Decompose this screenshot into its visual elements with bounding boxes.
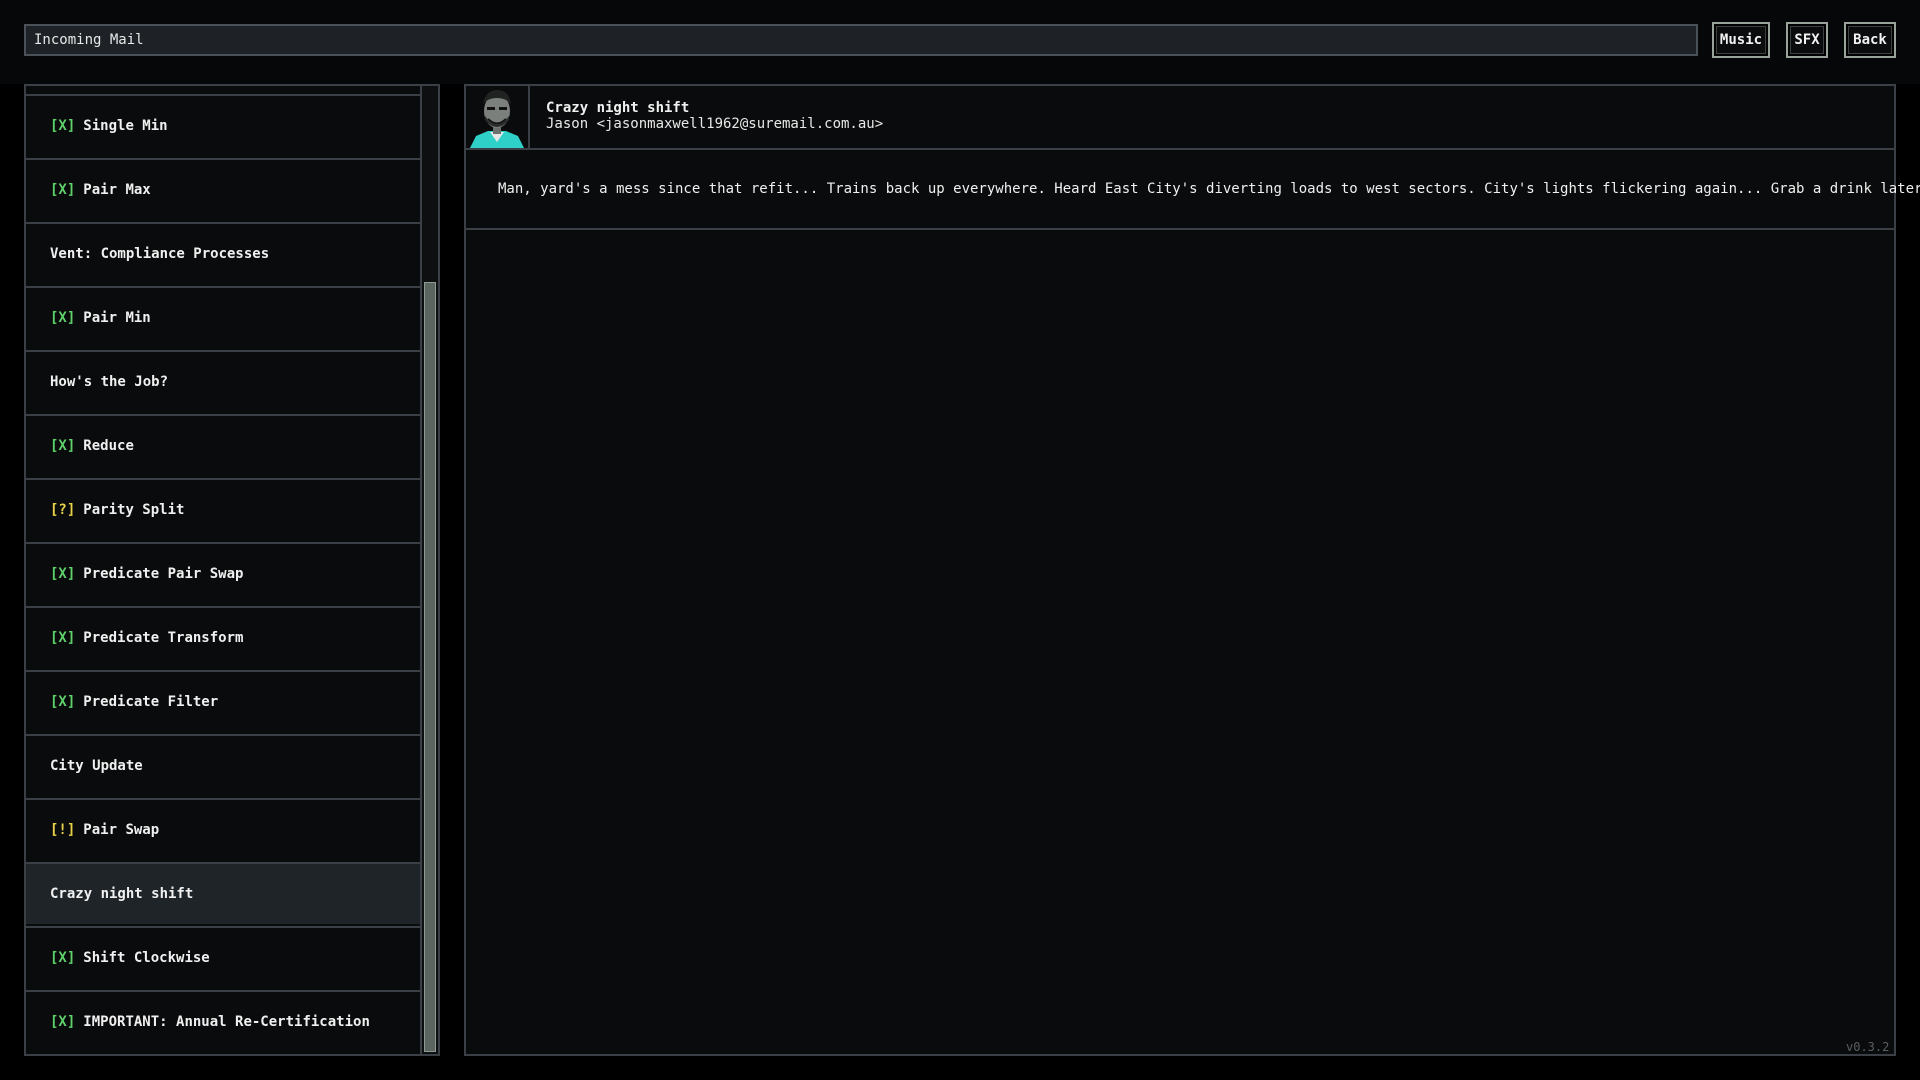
mail-list-item[interactable]: [X] Shift Clockwise (26, 926, 420, 988)
status-tag: [X] (50, 182, 76, 198)
status-tag: [X] (50, 630, 76, 646)
status-tag: [X] (50, 438, 76, 454)
mail-subject-label: Single Min (83, 118, 168, 134)
status-tag: [X] (50, 310, 76, 326)
status-tag: [X] (50, 694, 76, 710)
mail-list-item[interactable]: [?] Parity Split (26, 478, 420, 540)
mail-list-item[interactable]: [X] IMPORTANT: Annual Re-Certification (26, 990, 420, 1052)
person-avatar-icon (466, 86, 530, 148)
version-label: v0.3.2 (1846, 1040, 1890, 1054)
mail-list-item[interactable]: Crazy night shift (26, 862, 420, 924)
mail-subject-label: Shift Clockwise (83, 950, 210, 966)
mail-subject-label: How's the Job? (50, 374, 169, 390)
mail-list-item[interactable]: Vent: Compliance Processes (26, 222, 420, 284)
message-sender: Jason <jasonmaxwell1962@suremail.com.au> (546, 116, 884, 132)
mail-subject-label: Pair Max (83, 182, 151, 198)
mail-list-item[interactable]: [X] Pair Max (26, 158, 420, 220)
window-title: Incoming Mail (24, 24, 1698, 56)
status-tag: [X] (50, 566, 76, 582)
mail-subject-label: Predicate Pair Swap (83, 566, 244, 582)
mail-list-item[interactable]: [X] Pair Min (26, 286, 420, 348)
mail-list-item[interactable]: [X] Single Min (26, 94, 420, 156)
mail-list-item[interactable]: [!] Pair Swap (26, 798, 420, 860)
sfx-button[interactable]: SFX (1786, 22, 1828, 58)
mail-subject-label: IMPORTANT: Annual Re-Certification (83, 1014, 370, 1030)
status-tag: [X] (50, 1014, 76, 1030)
mail-subject-label: City Update (50, 758, 143, 774)
mail-list-item[interactable]: City Update (26, 734, 420, 796)
mail-list-panel: [X] Single Min [X] Pair Max Vent: Compliance… (24, 84, 440, 1056)
top-bar: Incoming Mail Music SFX Back (0, 0, 1920, 84)
message-body: Man, yard's a mess since that refit... T… (466, 150, 1920, 230)
mail-list-item[interactable]: [X] Predicate Transform (26, 606, 420, 668)
scrollbar-track[interactable] (422, 86, 438, 1054)
mail-subject-label: Parity Split (83, 502, 185, 518)
avatar-portrait (466, 86, 528, 148)
status-tag: [X] (50, 950, 76, 966)
status-tag: [X] (50, 118, 76, 134)
message-viewer: Crazy night shift Jason <jasonmaxwell196… (464, 84, 1920, 1056)
mail-subject-label: Pair Swap (83, 822, 160, 838)
mail-subject-label: Vent: Compliance Processes (50, 246, 270, 262)
mail-subject-label: Predicate Transform (83, 630, 244, 646)
message-subject: Crazy night shift (546, 100, 690, 116)
status-tag: [?] (50, 502, 76, 518)
mail-list-item[interactable]: [X] Reduce (26, 414, 420, 476)
status-tag: [!] (50, 822, 76, 838)
message-header: Crazy night shift Jason <jasonmaxwell196… (466, 86, 1894, 150)
mail-list-item[interactable]: [X] Predicate Pair Swap (26, 542, 420, 604)
mail-list-item[interactable]: How's the Job? (26, 350, 420, 412)
mail-subject-label: Reduce (83, 438, 134, 454)
mail-subject-label: Crazy night shift (50, 886, 194, 902)
mail-list: [X] Single Min [X] Pair Max Vent: Compliance… (26, 86, 422, 1054)
mail-subject-label: Pair Min (83, 310, 151, 326)
back-button[interactable]: Back (1844, 22, 1896, 58)
mail-list-item[interactable]: [X] Predicate Filter (26, 670, 420, 732)
mail-subject-label: Predicate Filter (83, 694, 219, 710)
music-button[interactable]: Music (1712, 22, 1770, 58)
scrollbar-thumb[interactable] (424, 282, 436, 1052)
